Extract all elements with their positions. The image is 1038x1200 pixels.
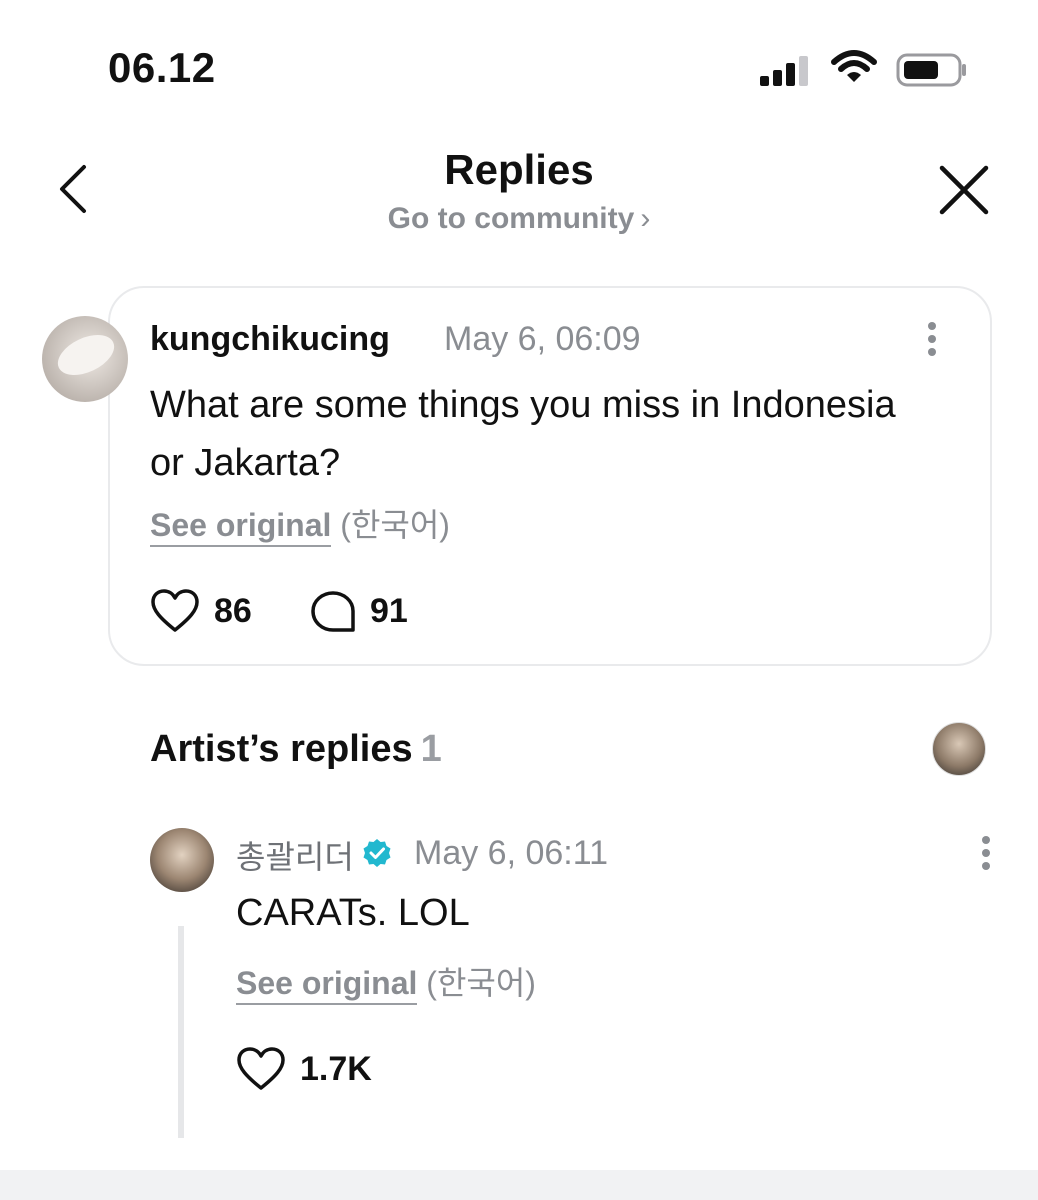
- post-date: May 6, 06:09: [444, 320, 641, 358]
- bottom-bar: [0, 1170, 1038, 1200]
- user-avatar[interactable]: [42, 316, 128, 402]
- see-original-link[interactable]: See original: [236, 965, 418, 1005]
- see-original-row: See original (한국어): [236, 958, 536, 1005]
- signal-icon: [760, 56, 808, 86]
- original-language: (한국어): [426, 965, 536, 1001]
- artist-name[interactable]: 총괄리더: [236, 832, 354, 878]
- artist-replies-heading: Artist’s replies 1: [150, 728, 442, 771]
- wifi-icon: [831, 50, 877, 82]
- battery-icon: [896, 53, 966, 87]
- close-icon[interactable]: [938, 164, 990, 216]
- go-to-community-link[interactable]: Go to community ›: [0, 202, 1038, 236]
- post-comment-count: 91: [370, 592, 408, 630]
- heart-icon[interactable]: [150, 588, 200, 634]
- artist-avatar-small[interactable]: [932, 722, 986, 776]
- go-to-community-label[interactable]: Go to community: [388, 202, 635, 235]
- reply-date: May 6, 06:11: [414, 834, 609, 872]
- heart-icon[interactable]: [236, 1046, 286, 1092]
- artist-avatar[interactable]: [150, 828, 214, 892]
- page-title: Replies: [444, 146, 594, 193]
- post-like-count: 86: [214, 592, 252, 630]
- more-icon[interactable]: [922, 320, 942, 360]
- chevron-right-icon: ›: [640, 202, 651, 235]
- artist-replies-count: 1: [420, 728, 442, 770]
- verified-badge-icon: [363, 839, 391, 867]
- post-body: What are some things you miss in Indones…: [150, 384, 896, 484]
- original-language: (한국어): [340, 507, 450, 543]
- see-original-link[interactable]: See original: [150, 507, 332, 547]
- reply-like-count: 1.7K: [300, 1050, 372, 1088]
- comment-icon[interactable]: [310, 590, 356, 634]
- post-username[interactable]: kungchikucing: [150, 320, 390, 359]
- status-time: 06.12: [108, 44, 216, 91]
- more-icon[interactable]: [976, 834, 996, 874]
- reply-body: CARATs. LOL: [236, 892, 470, 934]
- artist-replies-title: Artist’s replies: [150, 728, 413, 770]
- see-original-row: See original (한국어): [150, 500, 450, 547]
- thread-line: [178, 926, 184, 1138]
